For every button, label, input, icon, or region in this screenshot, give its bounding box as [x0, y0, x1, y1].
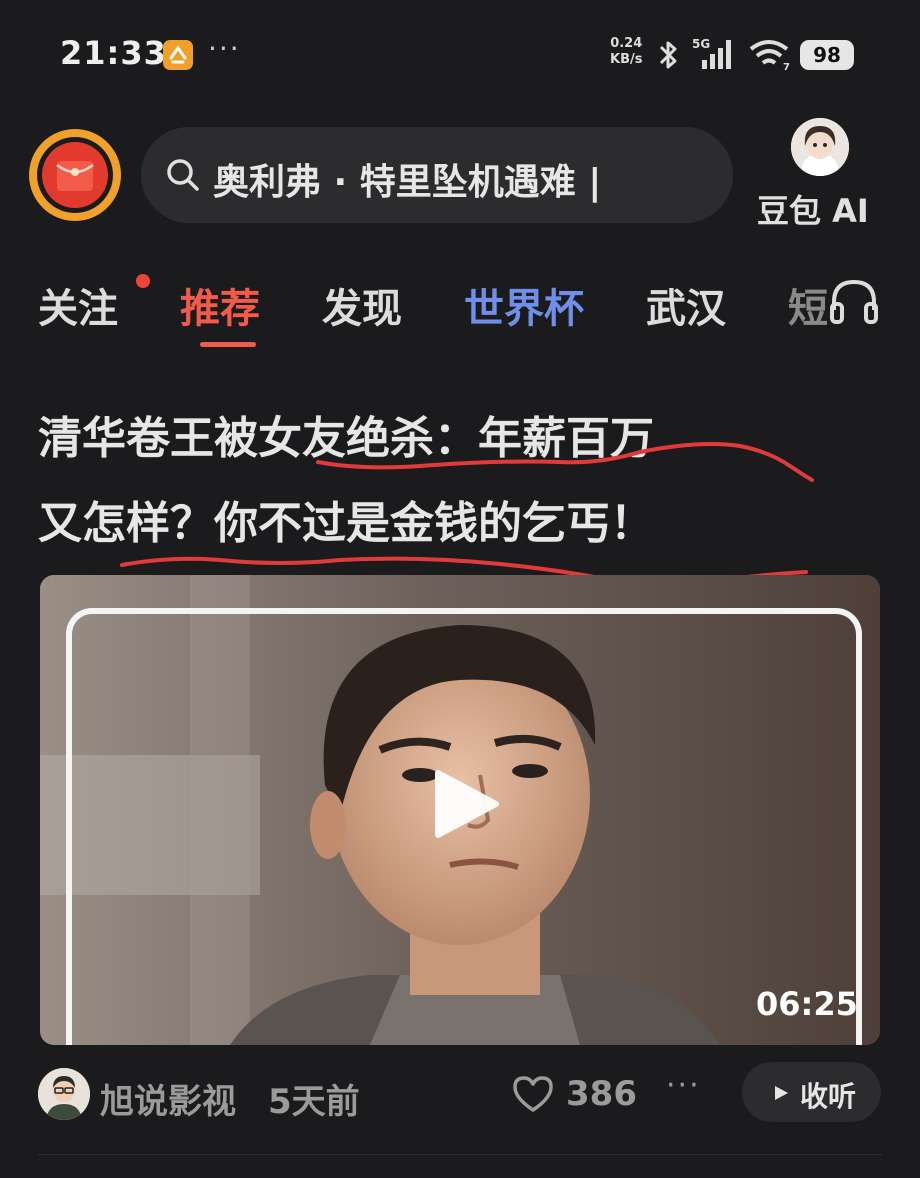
- search-hint-text: 奥利弗 · 特里坠机遇难 |: [213, 162, 602, 203]
- signal-icon: 5G: [692, 37, 731, 69]
- article-meta-row: 旭说影视 5天前 386 ··· 收听: [0, 1060, 920, 1130]
- feed-divider: [38, 1154, 882, 1155]
- listen-label: 收听: [800, 1080, 857, 1113]
- doubao-ai-label[interactable]: 豆包 AI: [757, 186, 869, 232]
- red-envelope-icon: [56, 161, 94, 191]
- tab-short[interactable]: 短: [788, 276, 828, 334]
- wifi-icon: 7: [749, 40, 790, 72]
- tab-follow-unread-dot: [136, 274, 150, 288]
- like-count: 386: [566, 1074, 637, 1114]
- net-speed-unit: KB/s: [610, 52, 643, 67]
- more-options-button[interactable]: ···: [666, 1068, 701, 1103]
- clock: 21:33: [60, 34, 167, 72]
- svg-text:7: 7: [783, 62, 790, 72]
- headline-line-1: 清华卷王被女友绝杀：年薪百万: [38, 413, 654, 464]
- search-icon: [167, 159, 199, 191]
- status-bar: 21:33 ··· 0.24 KB/s 5G 7 98: [0, 0, 920, 110]
- red-packet-logo-button[interactable]: [29, 129, 121, 221]
- headline-line-2: 又怎样？你不过是金钱的乞丐！: [38, 498, 654, 549]
- author-avatar[interactable]: [38, 1068, 90, 1120]
- net-speed: 0.24 KB/s: [610, 36, 642, 68]
- network-type: 5G: [692, 37, 710, 51]
- author-name[interactable]: 旭说影视: [100, 1074, 236, 1123]
- listen-button[interactable]: 收听: [742, 1062, 881, 1122]
- doubao-ai-avatar[interactable]: [791, 118, 849, 176]
- heart-icon[interactable]: [511, 1074, 555, 1114]
- tab-discover[interactable]: 发现: [322, 276, 402, 334]
- more-notifications-icon: ···: [208, 32, 241, 65]
- bluetooth-icon: [659, 41, 677, 69]
- tab-recommend[interactable]: 推荐: [180, 276, 260, 334]
- tab-world-cup[interactable]: 世界杯: [464, 276, 584, 334]
- play-small-icon: [775, 1086, 788, 1100]
- video-thumbnail[interactable]: 06:25: [40, 575, 880, 1045]
- battery-indicator: 98: [800, 40, 854, 70]
- play-icon[interactable]: [432, 767, 502, 841]
- article-headline[interactable]: 清华卷王被女友绝杀：年薪百万 又怎样？你不过是金钱的乞丐！: [38, 396, 888, 566]
- headphone-icon[interactable]: [828, 276, 880, 326]
- app-notification-icon: [163, 40, 193, 70]
- tab-follow[interactable]: 关注: [38, 276, 118, 334]
- tab-wuhan[interactable]: 武汉: [646, 276, 726, 334]
- net-speed-value: 0.24: [610, 36, 643, 51]
- active-tab-indicator: [200, 342, 256, 347]
- channel-tabs: 关注 推荐 发现 世界杯 武汉 短: [0, 266, 920, 356]
- search-bar[interactable]: 奥利弗 · 特里坠机遇难 |: [141, 127, 733, 223]
- video-duration: 06:25: [756, 985, 858, 1023]
- post-time: 5天前: [268, 1082, 360, 1122]
